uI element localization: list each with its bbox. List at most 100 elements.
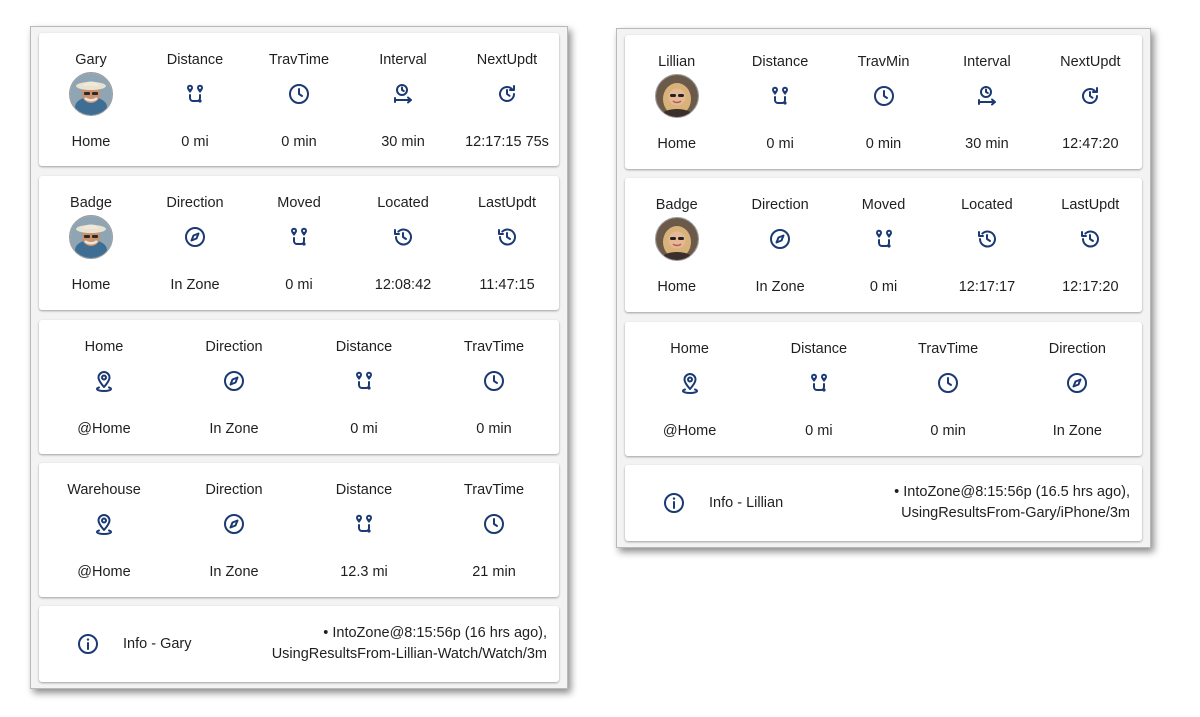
lillian-name-cell: Lillian Home xyxy=(625,35,728,169)
cell-header: Interval xyxy=(379,52,427,68)
cell-header: Distance xyxy=(166,52,224,68)
cell-value: 0 mi xyxy=(766,136,794,152)
cell-value: 30 min xyxy=(965,136,1009,152)
cell-value: 0 min xyxy=(865,136,902,152)
lillian-info-card[interactable]: Info - Lillian • IntoZone@8:15:56p (16.5… xyxy=(625,465,1142,541)
cell-header: Direction xyxy=(751,197,809,213)
cell-header: Distance xyxy=(751,54,809,70)
cell-header: TravTime xyxy=(268,52,330,68)
cell-value: In Zone xyxy=(170,277,220,293)
cell-value: 12:17:15 75s xyxy=(465,134,549,150)
gary-warehouse-zone-card[interactable]: Warehouse @Home Direction In Zone Distan… xyxy=(39,463,559,597)
gary-summary-card[interactable]: Gary Home Distance 0 mi TravTime 0 min I… xyxy=(39,33,559,166)
lillian-summary-card[interactable]: Lillian Home Distance 0 mi TravMin 0 min… xyxy=(625,35,1142,169)
cell-value: 0 min xyxy=(281,134,317,150)
cell-value: In Zone xyxy=(209,564,259,580)
gary-warehouse-zone-cell: Warehouse @Home xyxy=(39,463,169,597)
update-icon xyxy=(1077,83,1103,109)
gary-distance-cell: Distance 0 mi xyxy=(143,33,247,166)
lillian-home-direction-cell: Direction In Zone xyxy=(1013,322,1142,456)
cell-header: Moved xyxy=(277,195,321,211)
gary-avatar xyxy=(69,72,113,116)
cell-value: 0 mi xyxy=(869,279,898,295)
cell-value: 30 min xyxy=(381,134,425,150)
lillian-direction-cell: Direction In Zone xyxy=(728,178,831,312)
compass-icon xyxy=(221,511,247,537)
cell-header: Moved xyxy=(861,197,906,213)
cell-value: @Home xyxy=(77,564,131,580)
cell-value: 0 min xyxy=(930,423,966,439)
cell-header: Warehouse xyxy=(67,482,141,498)
lillian-badge-card[interactable]: Badge Home Direction In Zone Moved 0 mi … xyxy=(625,178,1142,312)
lillian-distance-cell: Distance 0 mi xyxy=(728,35,831,169)
cell-value: 0 mi xyxy=(181,134,209,150)
cell-value: @Home xyxy=(662,423,717,439)
lillian-located-cell: Located 12:17:17 xyxy=(935,178,1038,312)
lillian-travmin-cell: TravMin 0 min xyxy=(832,35,935,169)
gary-home-distance-cell: Distance 0 mi xyxy=(299,320,429,454)
lillian-moved-cell: Moved 0 mi xyxy=(832,178,935,312)
gary-panel: Gary Home Distance 0 mi TravTime 0 min I… xyxy=(30,26,568,689)
distance-icon xyxy=(806,370,832,396)
gary-lastupdt-cell: LastUpdt 11:47:15 xyxy=(455,176,559,310)
cell-header: Badge xyxy=(70,195,112,211)
gary-home-zone-cell: Home @Home xyxy=(39,320,169,454)
cell-value: Home xyxy=(71,277,111,293)
clock-icon xyxy=(286,81,312,107)
cell-value: 12:17:20 xyxy=(1062,279,1119,295)
info-message-line: UsingResultsFrom-Lillian-Watch/Watch/3m xyxy=(271,646,547,662)
info-icon xyxy=(662,491,686,515)
compass-icon xyxy=(221,368,247,394)
gary-warehouse-travtime-cell: TravTime 21 min xyxy=(429,463,559,597)
gary-name-cell: Gary Home xyxy=(39,33,143,166)
info-message-line: • IntoZone@8:15:56p (16.5 hrs ago), xyxy=(894,484,1130,500)
info-message-line: UsingResultsFrom-Gary/iPhone/3m xyxy=(901,505,1130,521)
history-icon xyxy=(390,224,416,250)
gary-interval-cell: Interval 30 min xyxy=(351,33,455,166)
lillian-badge-avatar xyxy=(654,217,699,261)
cell-value: 21 min xyxy=(472,564,516,580)
gary-direction-cell: Direction In Zone xyxy=(143,176,247,310)
gary-home-zone-card[interactable]: Home @Home Direction In Zone Distance 0 … xyxy=(39,320,559,454)
lillian-lastupdt-cell: LastUpdt 12:17:20 xyxy=(1039,178,1142,312)
gary-home-zone-grid: Home @Home Direction In Zone Distance 0 … xyxy=(39,320,559,454)
lillian-home-zone-cell: Home @Home xyxy=(625,322,754,456)
cell-header: TravMin xyxy=(857,54,910,70)
clock-icon xyxy=(481,368,507,394)
clock-icon xyxy=(935,370,961,396)
gary-moved-cell: Moved 0 mi xyxy=(247,176,351,310)
compass-icon xyxy=(182,224,208,250)
gary-badge-card[interactable]: Badge Home Direction In Zone Moved 0 mi … xyxy=(39,176,559,310)
cell-header: Distance xyxy=(790,341,848,357)
clock-icon xyxy=(871,83,897,109)
cell-header: Home xyxy=(84,339,124,355)
cell-header: Badge xyxy=(655,197,698,213)
lillian-nextupdt-cell: NextUpdt 12:47:20 xyxy=(1039,35,1142,169)
gary-badge-avatar xyxy=(69,215,113,259)
cell-value: 0 mi xyxy=(285,277,313,293)
interval-icon xyxy=(974,83,1000,109)
gary-home-direction-cell: Direction In Zone xyxy=(169,320,299,454)
gary-warehouse-zone-grid: Warehouse @Home Direction In Zone Distan… xyxy=(39,463,559,597)
cell-header: Direction xyxy=(166,195,224,211)
cell-value: 11:47:15 xyxy=(479,277,535,293)
compass-icon xyxy=(767,226,793,252)
gary-badge-grid: Badge Home Direction In Zone Moved 0 mi … xyxy=(39,176,559,310)
lillian-interval-cell: Interval 30 min xyxy=(935,35,1038,169)
distance-icon xyxy=(351,511,377,537)
cell-header: TravTime xyxy=(463,482,525,498)
gary-summary-grid: Gary Home Distance 0 mi TravTime 0 min I… xyxy=(39,33,559,166)
cell-header: TravTime xyxy=(463,339,525,355)
gary-info-card[interactable]: Info - Gary • IntoZone@8:15:56p (16 hrs … xyxy=(39,606,559,682)
gary-nextupdt-cell: NextUpdt 12:17:15 75s xyxy=(455,33,559,166)
history-icon xyxy=(1077,226,1103,252)
cell-header: TravTime xyxy=(918,341,979,357)
lillian-home-travtime-cell: TravTime 0 min xyxy=(884,322,1013,456)
lillian-badge-grid: Badge Home Direction In Zone Moved 0 mi … xyxy=(625,178,1142,312)
lillian-home-zone-card[interactable]: Home @Home Distance 0 mi TravTime 0 min … xyxy=(625,322,1142,456)
gary-travtime-cell: TravTime 0 min xyxy=(247,33,351,166)
lillian-home-zone-grid: Home @Home Distance 0 mi TravTime 0 min … xyxy=(625,322,1142,456)
cell-value: Home xyxy=(71,134,111,150)
cell-header: Direction xyxy=(205,339,263,355)
map-marker-icon xyxy=(91,511,117,537)
